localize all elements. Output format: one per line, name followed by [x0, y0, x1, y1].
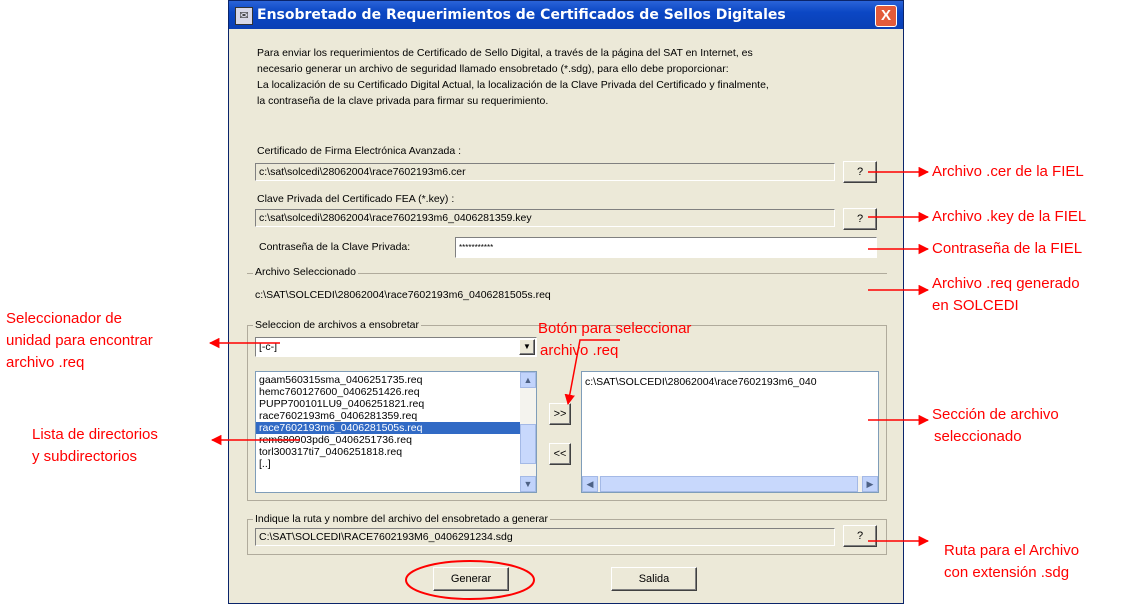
annotation-drive-line: Seleccionador de	[6, 310, 122, 327]
annotation-button: Botón para seleccionar archivo .req	[538, 318, 691, 362]
annotation-section: Sección de archivo seleccionado	[932, 404, 1059, 448]
annotation-route-line: Ruta para el Archivo	[944, 542, 1080, 559]
annotation-req-line: en SOLCEDI	[932, 297, 1019, 314]
annotation-cer: Archivo .cer de la FIEL	[932, 163, 1084, 180]
annotation-password: Contraseña de la FIEL	[932, 240, 1083, 257]
annotation-key: Archivo .key de la FIEL	[932, 208, 1087, 225]
annotation-req: Archivo .req generado en SOLCEDI	[932, 273, 1080, 317]
annotation-route: Ruta para el Archivo con extensión .sdg	[944, 540, 1079, 584]
annotation-dirs-line: y subdirectorios	[32, 448, 138, 465]
annotation-drive: Seleccionador de unidad para encontrar a…	[6, 308, 153, 374]
annotation-route-line: con extensión .sdg	[944, 564, 1070, 581]
annotation-button-line: archivo .req	[540, 342, 619, 359]
annotation-button-line: Botón para seleccionar	[538, 320, 692, 337]
annotation-drive-line: archivo .req	[6, 354, 85, 371]
annotation-section-line: seleccionado	[934, 428, 1022, 445]
annotation-section-line: Sección de archivo	[932, 406, 1059, 423]
generate-highlight-circle	[405, 560, 535, 600]
annotation-dirs-line: Lista de directorios	[32, 426, 158, 443]
annotation-drive-line: unidad para encontrar	[6, 332, 153, 349]
annotation-dirs: Lista de directorios y subdirectorios	[32, 424, 158, 468]
annotation-req-line: Archivo .req generado	[932, 275, 1080, 292]
